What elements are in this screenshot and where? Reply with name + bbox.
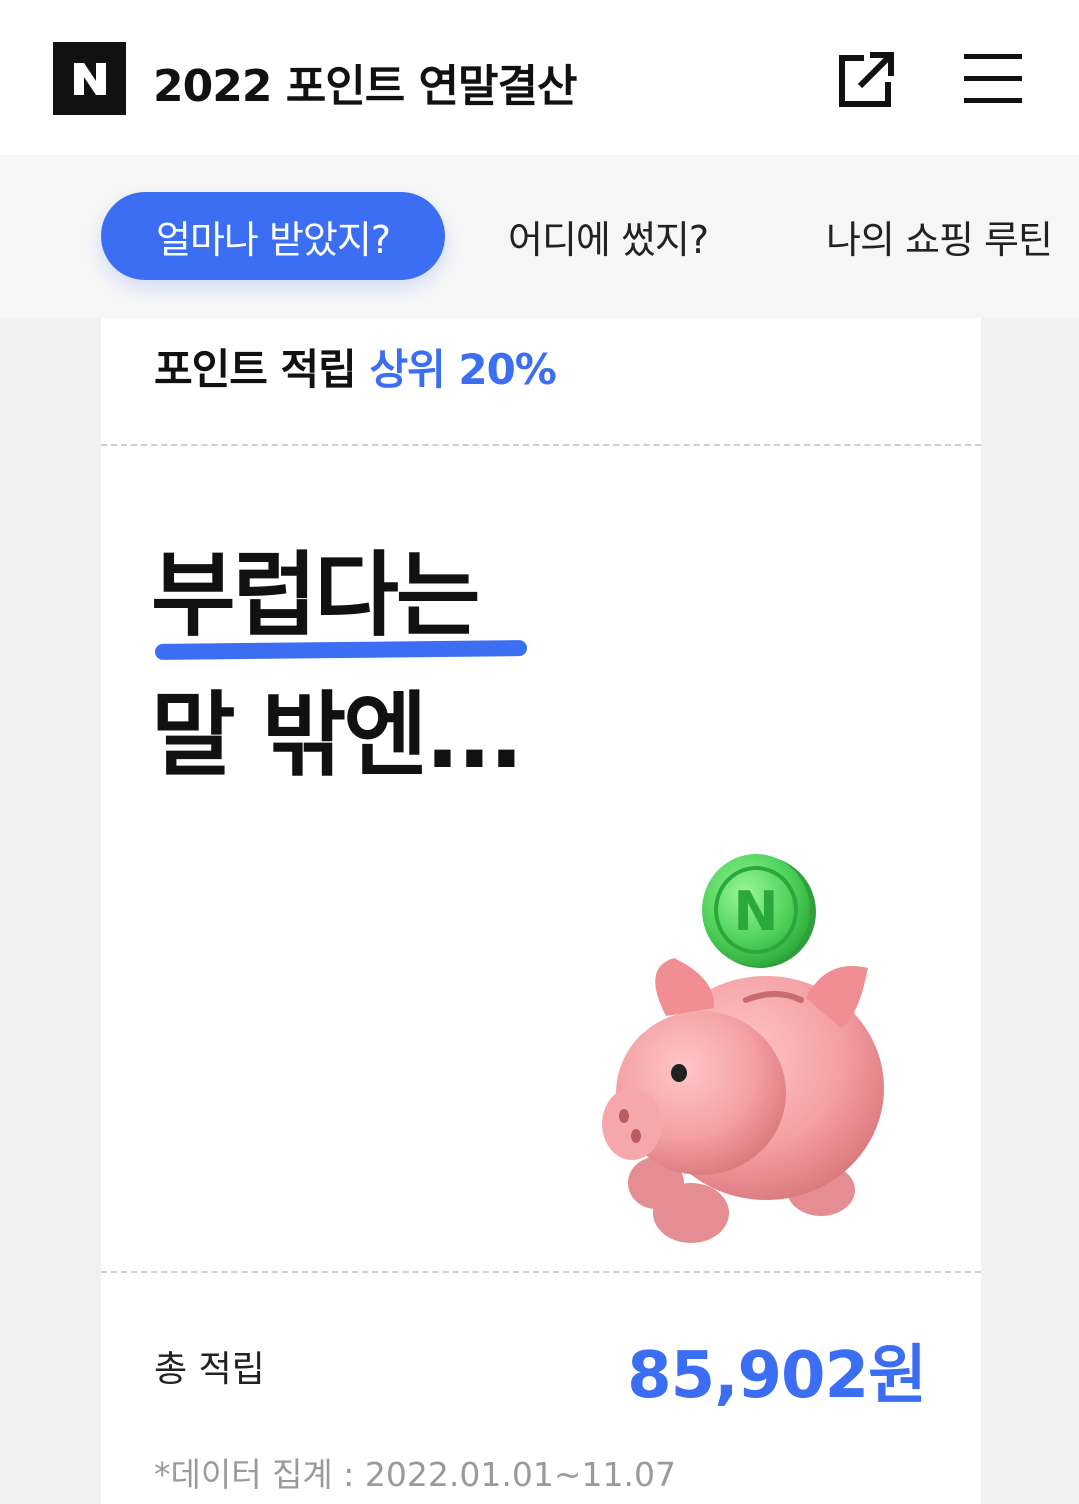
menu-button[interactable] <box>964 52 1022 106</box>
data-period-footnote: *데이터 집계 : 2022.01.01~11.07 <box>154 1455 676 1494</box>
tab-where-spent[interactable]: 어디에 썼지? <box>508 192 709 280</box>
page-title: 2022 포인트 연말결산 <box>153 61 577 112</box>
headline-line1-wrap: 부럽다는 <box>151 526 528 666</box>
headline-line2: 말 밖엔... <box>151 682 524 789</box>
share-icon <box>839 52 894 107</box>
headline: 부럽다는 말 밖엔... <box>151 526 528 806</box>
total-value: 85,902원 <box>627 1339 927 1413</box>
tab-bar: 얼마나 받았지? 어디에 썼지? 나의 쇼핑 루틴 <box>0 155 1079 318</box>
naver-n-icon <box>73 62 106 95</box>
headline-line1: 부럽다는 <box>151 542 481 649</box>
total-label: 총 적립 <box>154 1349 265 1390</box>
hamburger-menu-icon <box>964 54 1022 103</box>
tab-shopping-routine[interactable]: 나의 쇼핑 루틴 <box>826 192 1053 280</box>
top-header: 2022 포인트 연말결산 <box>0 0 1079 155</box>
svg-text:N: N <box>733 880 778 943</box>
point-rank: 포인트 적립 상위 20% <box>154 336 557 397</box>
piggy-bank-illustration: N <box>602 854 884 1243</box>
dashed-divider-bottom <box>101 1271 981 1273</box>
dashed-divider-top <box>101 444 981 446</box>
share-button[interactable] <box>836 48 898 110</box>
rank-prefix: 포인트 적립 <box>154 345 357 394</box>
naver-logo[interactable] <box>53 42 126 115</box>
rank-highlight: 상위 20% <box>369 345 556 394</box>
summary-card: 포인트 적립 상위 20% 부럽다는 말 밖엔... N 총 적립 85,902… <box>101 318 981 1504</box>
tab-how-much-received[interactable]: 얼마나 받았지? <box>101 192 445 280</box>
